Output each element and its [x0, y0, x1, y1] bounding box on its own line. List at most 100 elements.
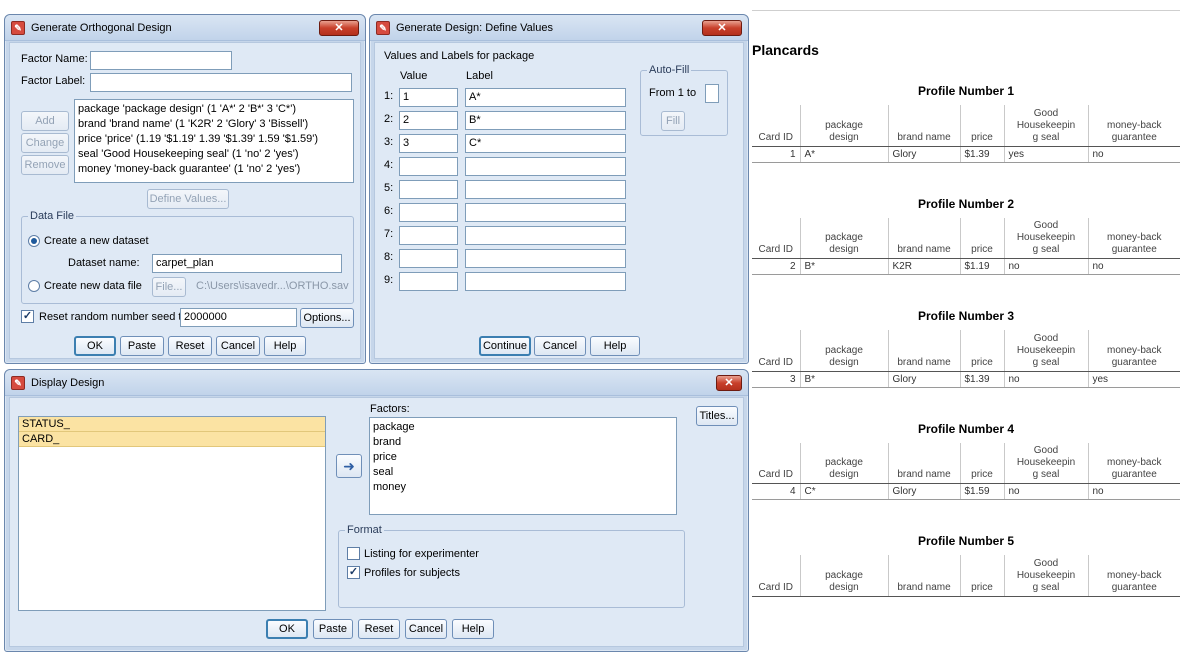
factor-label-input[interactable]: [90, 73, 352, 92]
profiles-checkbox[interactable]: ✓: [347, 566, 360, 579]
titles-button[interactable]: Titles...: [696, 406, 738, 426]
paste-button[interactable]: Paste: [313, 619, 353, 639]
create-dataset-radio[interactable]: [28, 235, 40, 247]
plancards-title: Plancards: [752, 42, 819, 58]
add-factor-button[interactable]: Add: [21, 111, 69, 131]
factor-name-input[interactable]: [90, 51, 232, 70]
define-values-title: Generate Design: Define Values: [396, 22, 553, 34]
seed-input[interactable]: 2000000: [180, 308, 297, 327]
label-input[interactable]: [465, 249, 626, 268]
paste-button[interactable]: Paste: [120, 336, 164, 356]
factor-item[interactable]: package: [370, 420, 676, 435]
label-input[interactable]: [465, 226, 626, 245]
autofill-to-input[interactable]: [705, 84, 719, 103]
move-right-arrow-icon[interactable]: ➜: [336, 454, 362, 478]
value-input[interactable]: [399, 203, 458, 222]
data-file-group-title: Data File: [28, 210, 77, 222]
row-number: 3:: [384, 136, 394, 148]
help-button[interactable]: Help: [452, 619, 494, 639]
create-file-radio[interactable]: [28, 280, 40, 292]
label-input[interactable]: [465, 203, 626, 222]
reset-button[interactable]: Reset: [358, 619, 400, 639]
help-button[interactable]: Help: [590, 336, 640, 356]
create-dataset-label: Create a new dataset: [44, 235, 149, 247]
row-number: 6:: [384, 205, 394, 217]
spss-app-icon: ✎: [11, 376, 25, 390]
display-design-title: Display Design: [31, 377, 105, 389]
column-header: Good Housekeepin g seal: [1003, 442, 1088, 484]
dataset-name-input[interactable]: carpet_plan: [152, 254, 342, 273]
column-header: package design: [799, 442, 888, 484]
column-header: price: [959, 442, 1004, 484]
file-button[interactable]: File...: [152, 277, 186, 297]
factor-list-item[interactable]: seal 'Good Housekeeping seal' (1 'no' 2 …: [75, 147, 353, 162]
column-header: money-back guarantee: [1087, 217, 1180, 259]
table-cell: $1.59: [959, 483, 1004, 500]
column-header: price: [959, 555, 1004, 597]
listing-checkbox[interactable]: [347, 547, 360, 560]
column-header: Card ID: [752, 442, 800, 484]
value-input[interactable]: 1: [399, 88, 458, 107]
column-header: Good Housekeepin g seal: [1003, 217, 1088, 259]
cancel-button[interactable]: Cancel: [216, 336, 260, 356]
define-values-close-button[interactable]: ✕: [702, 20, 742, 36]
remove-factor-button[interactable]: Remove: [21, 155, 69, 175]
data-file-group: Data File Create a new dataset Dataset n…: [21, 210, 354, 304]
label-input[interactable]: C*: [465, 134, 626, 153]
table-cell: yes: [1003, 146, 1088, 163]
value-input[interactable]: [399, 272, 458, 291]
display-design-close-button[interactable]: ✕: [716, 375, 742, 391]
cancel-button[interactable]: Cancel: [405, 619, 447, 639]
value-input[interactable]: 2: [399, 111, 458, 130]
column-header: Card ID: [752, 330, 800, 372]
cancel-button[interactable]: Cancel: [534, 336, 586, 356]
value-input[interactable]: 3: [399, 134, 458, 153]
value-input[interactable]: [399, 249, 458, 268]
table-cell: yes: [1087, 371, 1180, 388]
options-button[interactable]: Options...: [300, 308, 354, 328]
orthogonal-close-button[interactable]: ✕: [319, 20, 359, 36]
value-input[interactable]: [399, 180, 458, 199]
display-design-titlebar[interactable]: ✎ Display Design ✕: [5, 370, 748, 396]
factor-list-item[interactable]: package 'package design' (1 'A*' 2 'B*' …: [75, 102, 353, 117]
label-input[interactable]: [465, 180, 626, 199]
table-cell: $1.39: [959, 371, 1004, 388]
orthogonal-titlebar[interactable]: ✎ Generate Orthogonal Design ✕: [5, 15, 365, 41]
factor-list[interactable]: package 'package design' (1 'A*' 2 'B*' …: [74, 99, 354, 183]
column-header: package design: [799, 330, 888, 372]
factor-item[interactable]: brand: [370, 435, 676, 450]
row-number: 5:: [384, 182, 394, 194]
variable-item-status[interactable]: STATUS_: [19, 417, 325, 432]
value-input[interactable]: [399, 157, 458, 176]
change-factor-button[interactable]: Change: [21, 133, 69, 153]
ok-button[interactable]: OK: [266, 619, 308, 639]
ok-button[interactable]: OK: [74, 336, 116, 356]
variable-item-card[interactable]: CARD_: [19, 432, 325, 447]
value-input[interactable]: [399, 226, 458, 245]
label-input[interactable]: [465, 272, 626, 291]
factor-item[interactable]: seal: [370, 465, 676, 480]
column-header: Good Housekeepin g seal: [1003, 555, 1088, 597]
values-heading: Values and Labels for package: [384, 50, 535, 62]
fill-button[interactable]: Fill: [661, 111, 685, 131]
label-input[interactable]: [465, 157, 626, 176]
reset-seed-checkbox[interactable]: ✓: [21, 310, 34, 323]
column-header: brand name: [887, 330, 960, 372]
factors-list[interactable]: package brand price seal money: [369, 417, 677, 515]
label-input[interactable]: B*: [465, 111, 626, 130]
label-column-header: Label: [466, 70, 493, 82]
source-variable-list[interactable]: STATUS_ CARD_: [18, 416, 326, 611]
factor-list-item[interactable]: money 'money-back guarantee' (1 'no' 2 '…: [75, 162, 353, 177]
table-cell: no: [1087, 483, 1180, 500]
label-input[interactable]: A*: [465, 88, 626, 107]
factor-item[interactable]: price: [370, 450, 676, 465]
define-values-button[interactable]: Define Values...: [147, 189, 229, 209]
help-button[interactable]: Help: [264, 336, 306, 356]
profile-table: Card ID package design brand name price Good H…: [752, 555, 1180, 597]
factor-item[interactable]: money: [370, 480, 676, 495]
continue-button[interactable]: Continue: [479, 336, 531, 356]
define-values-titlebar[interactable]: ✎ Generate Design: Define Values ✕: [370, 15, 748, 41]
factor-list-item[interactable]: brand 'brand name' (1 'K2R' 2 'Glory' 3 …: [75, 117, 353, 132]
reset-button[interactable]: Reset: [168, 336, 212, 356]
factor-list-item[interactable]: price 'price' (1.19 '$1.19' 1.39 '$1.39'…: [75, 132, 353, 147]
